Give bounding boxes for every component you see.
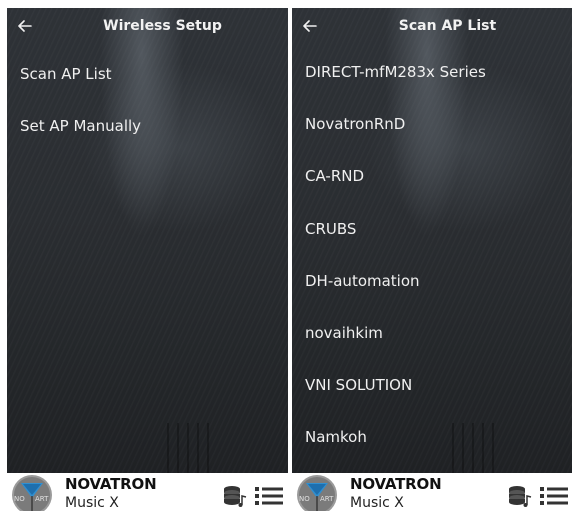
ap-list-item[interactable]: CA-RND — [305, 167, 364, 185]
ap-list-item[interactable]: Namkoh — [305, 428, 367, 446]
app-header: Scan AP List — [292, 8, 572, 44]
scan-ap-list-screen: Scan AP List DIRECT-mfM283x Series Novat… — [292, 8, 572, 511]
brand-name: NOVATRON — [65, 475, 157, 493]
svg-text:ART: ART — [320, 495, 334, 503]
music-library-icon[interactable] — [223, 485, 247, 507]
playlist-icon[interactable] — [540, 486, 568, 506]
ap-list-item[interactable]: DIRECT-mfM283x Series — [305, 63, 486, 81]
arrow-left-icon — [303, 20, 317, 32]
wireless-setup-screen: Wireless Setup Scan AP List Set AP Manua… — [7, 8, 288, 511]
app-header: Wireless Setup — [7, 8, 288, 44]
svg-text:NO: NO — [299, 495, 310, 503]
ap-list-item[interactable]: novaihkim — [305, 324, 383, 342]
ap-list-item[interactable]: VNI SOLUTION — [305, 376, 412, 394]
back-button[interactable] — [15, 16, 35, 36]
product-name: Music X — [65, 495, 119, 511]
player-footer: NO ART NOVATRON Music X — [292, 473, 572, 511]
menu-item-set-ap-manually[interactable]: Set AP Manually — [20, 117, 141, 135]
playlist-icon[interactable] — [255, 486, 283, 506]
page-title: Scan AP List — [398, 18, 497, 34]
svg-text:ART: ART — [35, 495, 49, 503]
menu-item-scan-ap-list[interactable]: Scan AP List — [20, 65, 112, 83]
novart-logo: NO ART — [297, 475, 337, 511]
brand-name: NOVATRON — [350, 475, 442, 493]
ap-list-item[interactable]: CRUBS — [305, 220, 356, 238]
svg-text:NO: NO — [14, 495, 25, 503]
page-title: Wireless Setup — [103, 18, 222, 34]
arrow-left-icon — [18, 20, 32, 32]
novart-logo: NO ART — [12, 475, 52, 511]
back-button[interactable] — [300, 16, 320, 36]
player-footer: NO ART NOVATRON Music X — [7, 473, 288, 511]
product-name: Music X — [350, 495, 404, 511]
ap-list-item[interactable]: DH-automation — [305, 272, 420, 290]
ap-list-item[interactable]: NovatronRnD — [305, 115, 405, 133]
music-library-icon[interactable] — [508, 485, 532, 507]
